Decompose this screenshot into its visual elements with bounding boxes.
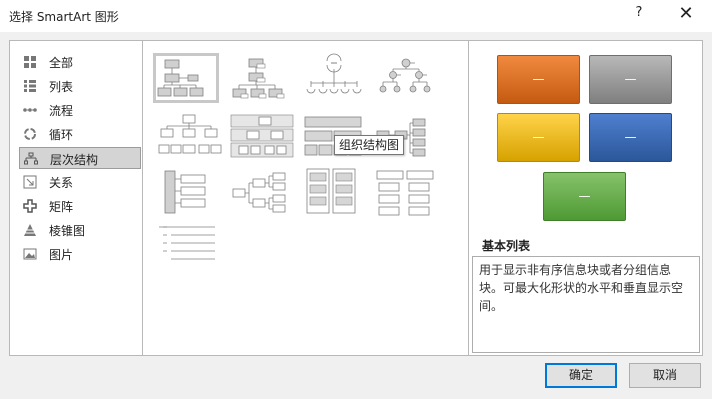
layout-name: 基本列表 [482, 239, 531, 253]
process-icon [23, 108, 37, 112]
title-bar: 选择 SmartArt 图形 ? ✕ [0, 0, 712, 32]
layout-thumb-labeled-hierarchy[interactable] [229, 113, 295, 163]
pyramid-icon [24, 224, 36, 236]
relationship-icon [23, 175, 37, 189]
category-label: 循环 [49, 128, 74, 142]
ok-button[interactable]: 确定 [545, 363, 617, 388]
table-list-diagram [159, 226, 215, 260]
layout-thumb-circle-picture-hierarchy[interactable] [373, 53, 439, 103]
layout-thumb-org-chart[interactable] [153, 53, 219, 103]
layout-description: 用于显示非有序信息块或者分组信息块。可最大化形状的水平和垂直显示空间。 [472, 256, 700, 353]
category-panel: 全部 列表 流程 循环 层次结构 关系 矩阵 棱锥图 图片 [9, 40, 143, 356]
help-button[interactable]: ? [631, 5, 647, 20]
hierarchy-icon [24, 152, 38, 165]
cancel-button[interactable]: 取消 [629, 363, 701, 388]
layout-thumb-table-list[interactable] [157, 223, 223, 273]
lined-list-diagram [376, 170, 434, 216]
layout-thumb-hierarchy[interactable] [157, 113, 223, 163]
hierarchy-list-diagram [164, 170, 206, 214]
close-button[interactable]: ✕ [677, 3, 695, 24]
category-item-picture[interactable]: 图片 [19, 243, 141, 265]
layout-gallery: 组织结构图 [142, 40, 469, 356]
category-item-process[interactable]: 流程 [19, 99, 141, 121]
layout-thumb-hierarchy-list[interactable] [157, 169, 223, 219]
hierarchy-diagram [158, 114, 222, 154]
category-label: 全部 [49, 56, 74, 70]
list-icon [24, 80, 36, 92]
architecture-diagram [306, 168, 356, 214]
picture-icon [23, 248, 37, 260]
category-label: 关系 [49, 176, 74, 190]
org-chart-diagram [157, 59, 204, 97]
preview-tile-orange: — [497, 55, 580, 104]
category-item-relationship[interactable]: 关系 [19, 171, 141, 193]
cycle-icon [24, 128, 36, 140]
category-item-matrix[interactable]: 矩阵 [19, 195, 141, 217]
layout-tooltip: 组织结构图 [334, 135, 405, 155]
category-label: 图片 [49, 248, 74, 262]
circle-picture-hierarchy-diagram [379, 58, 431, 93]
category-item-pyramid[interactable]: 棱锥图 [19, 219, 141, 241]
horizontal-hierarchy-diagram [232, 172, 286, 213]
layout-thumb-half-circle-org[interactable] [301, 53, 367, 103]
preview-tile-blue: — [589, 113, 672, 162]
category-label: 流程 [49, 104, 74, 118]
labeled-hierarchy-diagram [230, 114, 294, 158]
category-item-all[interactable]: 全部 [19, 51, 141, 73]
preview-panel: — — — — — 基本列表 用于显示非有序信息块或者分组信息块。可最大化形状的… [468, 40, 703, 356]
category-label: 列表 [49, 80, 74, 94]
category-item-cycle[interactable]: 循环 [19, 123, 141, 145]
category-label: 棱锥图 [49, 224, 86, 238]
category-item-list[interactable]: 列表 [19, 75, 141, 97]
preview-tile-green: — [543, 172, 626, 221]
category-label: 层次结构 [50, 153, 99, 167]
matrix-icon [23, 199, 37, 213]
layout-thumb-horizontal-hierarchy[interactable] [229, 169, 295, 219]
preview-tile-yellow: — [497, 113, 580, 162]
preview-tile-gray: — [589, 55, 672, 104]
half-circle-org-diagram [306, 53, 362, 94]
layout-thumb-name-title-org[interactable] [229, 53, 295, 103]
layout-thumb-lined-list[interactable] [373, 169, 439, 219]
layout-thumb-architecture[interactable] [305, 167, 371, 217]
category-item-hierarchy[interactable]: 层次结构 [19, 147, 141, 169]
name-title-org-diagram [232, 58, 285, 99]
dialog-title: 选择 SmartArt 图形 [9, 10, 119, 24]
category-label: 矩阵 [49, 200, 74, 214]
grid-all-icon [24, 56, 36, 68]
